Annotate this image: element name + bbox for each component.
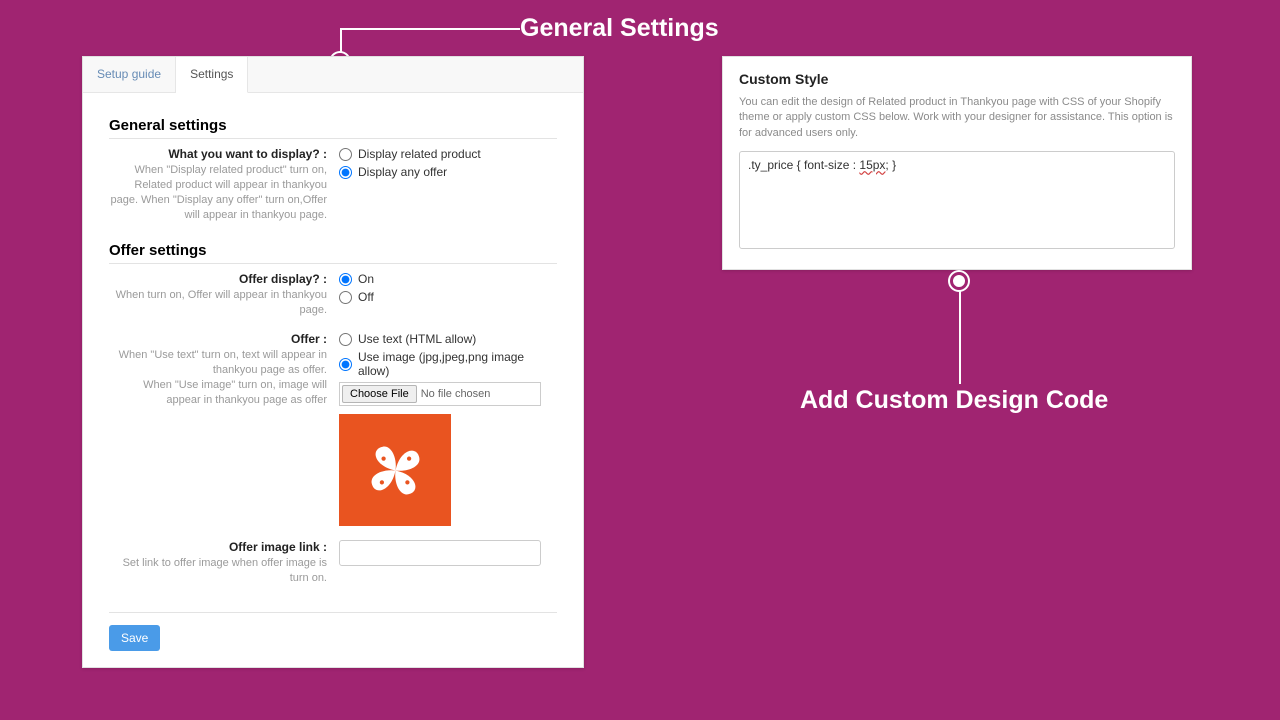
flower-icon (353, 428, 438, 513)
radio-offer-off-input[interactable] (339, 291, 352, 304)
file-chosen-text: No file chosen (421, 388, 491, 400)
annotation-line (340, 28, 520, 30)
save-button[interactable]: Save (109, 625, 160, 651)
offer-image-preview (339, 414, 451, 526)
radio-use-text[interactable]: Use text (HTML allow) (339, 332, 557, 346)
radio-offer-off[interactable]: Off (339, 290, 557, 304)
radio-label: Display related product (358, 147, 481, 161)
radio-display-related[interactable]: Display related product (339, 147, 557, 161)
radio-label: Display any offer (358, 165, 447, 179)
offer-type-help: When "Use text" turn on, text will appea… (109, 348, 327, 407)
offer-type-label: Offer : (109, 332, 327, 346)
display-help-text: When "Display related product" turn on, … (109, 163, 327, 222)
offer-image-link-help: Set link to offer image when offer image… (109, 556, 327, 586)
radio-label: Use image (jpg,jpeg,png image allow) (358, 350, 557, 378)
radio-label: Off (358, 290, 374, 304)
radio-label: Use text (HTML allow) (358, 332, 476, 346)
custom-css-input[interactable]: .ty_price { font-size : 15px; } (739, 151, 1175, 249)
radio-use-image-input[interactable] (339, 358, 352, 371)
radio-offer-on-input[interactable] (339, 273, 352, 286)
general-settings-heading: General settings (109, 111, 557, 139)
file-picker[interactable]: Choose File No file chosen (339, 382, 541, 406)
choose-file-button[interactable]: Choose File (342, 385, 417, 403)
radio-use-text-input[interactable] (339, 333, 352, 346)
radio-label: On (358, 272, 374, 286)
annotation-dot (950, 272, 968, 290)
annotation-general-title: General Settings (520, 14, 719, 43)
offer-image-link-label: Offer image link : (109, 540, 327, 554)
offer-settings-heading: Offer settings (109, 236, 557, 264)
annotation-line (959, 290, 961, 384)
offer-display-help: When turn on, Offer will appear in thank… (109, 288, 327, 318)
display-question-label: What you want to display? : (109, 147, 327, 161)
custom-style-panel: Custom Style You can edit the design of … (722, 56, 1192, 270)
radio-use-image[interactable]: Use image (jpg,jpeg,png image allow) (339, 350, 557, 378)
css-text: ; } (885, 158, 896, 172)
radio-display-any-offer[interactable]: Display any offer (339, 165, 557, 179)
tab-setup-guide[interactable]: Setup guide (83, 57, 176, 92)
custom-style-heading: Custom Style (739, 71, 1175, 87)
settings-panel: Setup guide Settings General settings Wh… (82, 56, 584, 668)
css-text-hl: 15px (859, 158, 885, 172)
radio-offer-on[interactable]: On (339, 272, 557, 286)
radio-display-any-offer-input[interactable] (339, 166, 352, 179)
css-text: .ty_price { font-size : (748, 158, 859, 172)
custom-style-desc: You can edit the design of Related produ… (739, 95, 1175, 141)
tab-settings[interactable]: Settings (176, 57, 248, 93)
annotation-custom-title: Add Custom Design Code (800, 386, 1108, 415)
offer-display-label: Offer display? : (109, 272, 327, 286)
radio-display-related-input[interactable] (339, 148, 352, 161)
tab-bar: Setup guide Settings (83, 57, 583, 93)
offer-image-link-input[interactable] (339, 540, 541, 566)
